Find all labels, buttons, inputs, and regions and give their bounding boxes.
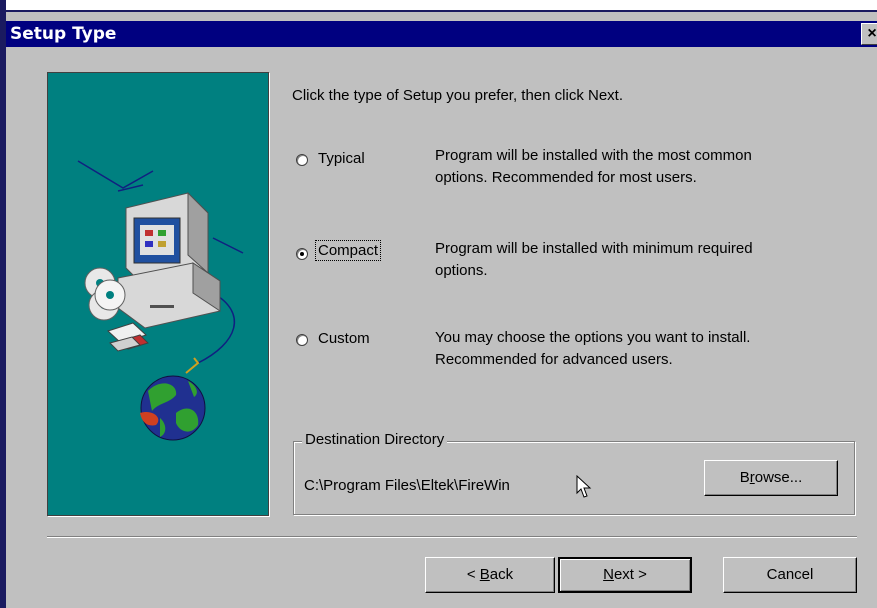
browse-button[interactable]: Browse...	[704, 460, 838, 496]
close-button[interactable]: ×	[861, 23, 877, 45]
back-label-mnemonic: B	[479, 566, 490, 583]
compact-description-line1: Program will be installed with minimum r…	[435, 240, 753, 257]
custom-description-line2: Recommended for advanced users.	[435, 351, 673, 368]
floppy-disk-icon	[107, 322, 149, 352]
typical-label[interactable]: Typical	[318, 150, 365, 167]
destination-group: Destination Directory C:\Program Files\E…	[293, 431, 855, 515]
next-label-post: ext >	[613, 566, 647, 583]
window-frame-top-border	[0, 10, 877, 12]
mouse-cursor-icon	[576, 475, 592, 498]
button-separator	[47, 536, 857, 538]
compact-description: Program will be installed with minimum r…	[435, 238, 753, 282]
compact-description-line2: options.	[435, 262, 488, 279]
custom-label[interactable]: Custom	[318, 330, 370, 347]
custom-radio[interactable]	[296, 334, 308, 346]
setup-banner	[47, 72, 269, 516]
destination-legend: Destination Directory	[302, 431, 448, 448]
back-label-arrow: <	[466, 566, 480, 583]
next-button[interactable]: Next >	[558, 557, 692, 593]
typical-description-line2: options. Recommended for most users.	[435, 169, 697, 186]
next-label-mnemonic: N	[603, 566, 614, 583]
close-icon: ×	[867, 25, 877, 42]
window-title: Setup Type	[10, 24, 117, 44]
dialog-client-area: Click the type of Setup you prefer, then…	[6, 47, 877, 608]
compact-radio[interactable]	[296, 248, 308, 260]
typical-description: Program will be installed with the most …	[435, 145, 752, 189]
custom-description: You may choose the options you want to i…	[435, 327, 750, 371]
browse-label-pre: B	[739, 469, 750, 486]
compact-label[interactable]: Compact	[314, 240, 382, 261]
destination-path: C:\Program Files\Eltek\FireWin	[304, 477, 510, 494]
browse-label-post: owse...	[754, 469, 803, 486]
instruction-text: Click the type of Setup you prefer, then…	[292, 87, 623, 104]
cancel-label: Cancel	[766, 566, 814, 583]
typical-radio[interactable]	[296, 154, 308, 166]
cancel-button[interactable]: Cancel	[723, 557, 857, 593]
typical-description-line1: Program will be installed with the most …	[435, 147, 752, 164]
setup-dialog: Setup Type × Click the type of Setup you…	[0, 0, 877, 608]
title-bar[interactable]: Setup Type ×	[6, 21, 877, 47]
back-label-post: ack	[489, 566, 514, 583]
computer-illustration	[77, 160, 244, 441]
globe-icon	[140, 357, 206, 441]
back-button[interactable]: < Back	[425, 557, 555, 593]
cd-disc-icon	[84, 267, 126, 321]
custom-description-line1: You may choose the options you want to i…	[435, 329, 751, 346]
